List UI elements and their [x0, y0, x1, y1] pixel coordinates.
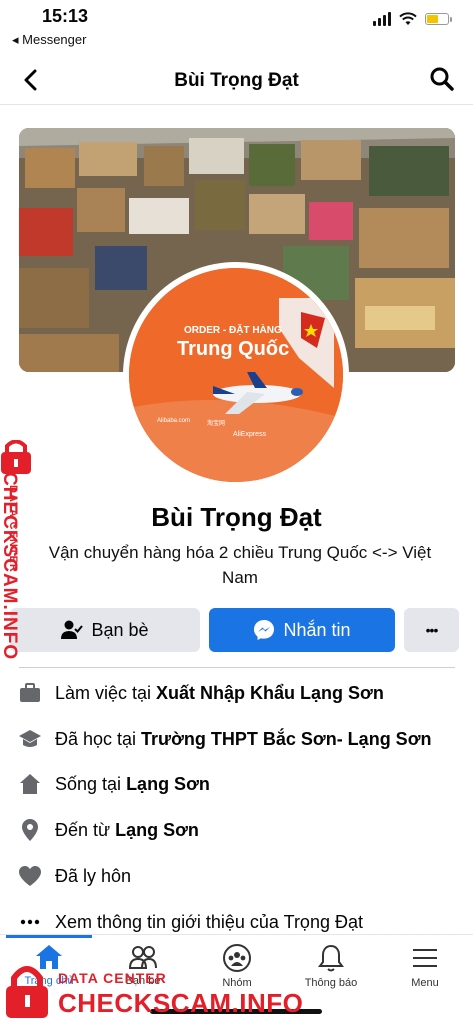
detail-from-value[interactable]: Lạng Sơn [115, 820, 199, 841]
message-button[interactable]: Nhắn tin [209, 608, 395, 652]
friend-check-icon [61, 620, 84, 639]
search-button[interactable] [429, 66, 459, 96]
wifi-icon [399, 12, 417, 25]
heart-icon [19, 866, 41, 886]
more-dots-icon [20, 919, 40, 925]
location-pin-icon [22, 819, 38, 841]
back-to-messenger-link[interactable]: ◂ Messenger [12, 32, 86, 48]
divider [19, 667, 455, 668]
more-actions-button[interactable]: ••• [404, 608, 459, 652]
detail-work: Làm việc tại Xuất Nhập Khẩu Lạng Sơn [16, 676, 384, 710]
see-about-info-label: Xem thông tin giới thiệu của Trọng Đạt [55, 911, 363, 932]
tab-notifications-label: Thông báo [304, 977, 358, 989]
detail-education-value[interactable]: Trường THPT Bắc Sơn- Lạng Sơn [141, 729, 431, 750]
detail-work-prefix: Làm việc tại [55, 682, 152, 703]
tab-menu-label: Menu [411, 977, 439, 989]
avatar-headline: Trung Quốc [177, 338, 290, 360]
watermark-bottom: DATA CENTER CHECKSCAM.INFO [0, 958, 304, 1024]
avatar-brand-2: 淘宝网 [207, 421, 226, 427]
bell-icon [318, 944, 344, 972]
padlock-icon [6, 966, 48, 1018]
status-time: 15:13 [42, 6, 89, 26]
watermark-vertical-line2: CHECKSCAM.INFO [0, 472, 20, 661]
avatar-caption: ORDER - ĐẶT HÀNG [184, 325, 282, 336]
watermark-bottom-line1: DATA CENTER [58, 970, 167, 986]
messenger-icon [254, 620, 275, 640]
detail-from-prefix: Đến từ [55, 819, 111, 840]
detail-lives: Sống tại Lạng Sơn [16, 767, 210, 801]
profile-header: Bùi Trọng Đạt [0, 58, 473, 105]
briefcase-icon [20, 683, 40, 702]
detail-lives-prefix: Sống tại [55, 773, 122, 794]
detail-education: Đã học tại Trường THPT Bắc Sơn- Lạng Sơn [16, 722, 431, 756]
profile-bio: Vận chuyển hàng hóa 2 chiều Trung Quốc <… [48, 543, 432, 587]
profile-avatar[interactable]: ORDER - ĐẶT HÀNG Trung Quốc Alibaba.com … [123, 262, 349, 488]
avatar-image: ORDER - ĐẶT HÀNG Trung Quốc Alibaba.com … [129, 268, 343, 482]
friends-button-label: Bạn bè [91, 619, 149, 640]
message-button-label: Nhắn tin [283, 619, 351, 640]
detail-relationship: Đã ly hôn [16, 859, 131, 893]
search-icon [430, 67, 454, 91]
detail-education-prefix: Đã học tại [55, 728, 137, 749]
home-icon [20, 774, 40, 794]
hamburger-menu-icon [413, 949, 437, 967]
signal-icon [373, 12, 391, 26]
avatar-brand-3: AliExpress [233, 431, 267, 438]
more-dots-icon: ••• [425, 622, 439, 638]
profile-name: Bùi Trọng Đạt [151, 502, 322, 532]
graduation-cap-icon [19, 730, 41, 747]
watermark-bottom-line2: CHECKSCAM.INFO [58, 988, 304, 1018]
detail-relationship-text: Đã ly hôn [55, 865, 132, 886]
detail-work-value[interactable]: Xuất Nhập Khẩu Lạng Sơn [156, 683, 384, 704]
active-tab-indicator [6, 935, 92, 938]
status-icons [373, 12, 452, 26]
header-title: Bùi Trọng Đạt [174, 70, 299, 91]
watermark-vertical: DATA CENTER CHECKSCAM.INFO [0, 439, 52, 670]
detail-from: Đến từ Lạng Sơn [16, 813, 199, 847]
tab-menu[interactable]: Menu [378, 943, 472, 989]
avatar-brand-1: Alibaba.com [157, 418, 191, 424]
battery-icon [425, 13, 452, 25]
detail-lives-value[interactable]: Lạng Sơn [126, 774, 210, 795]
